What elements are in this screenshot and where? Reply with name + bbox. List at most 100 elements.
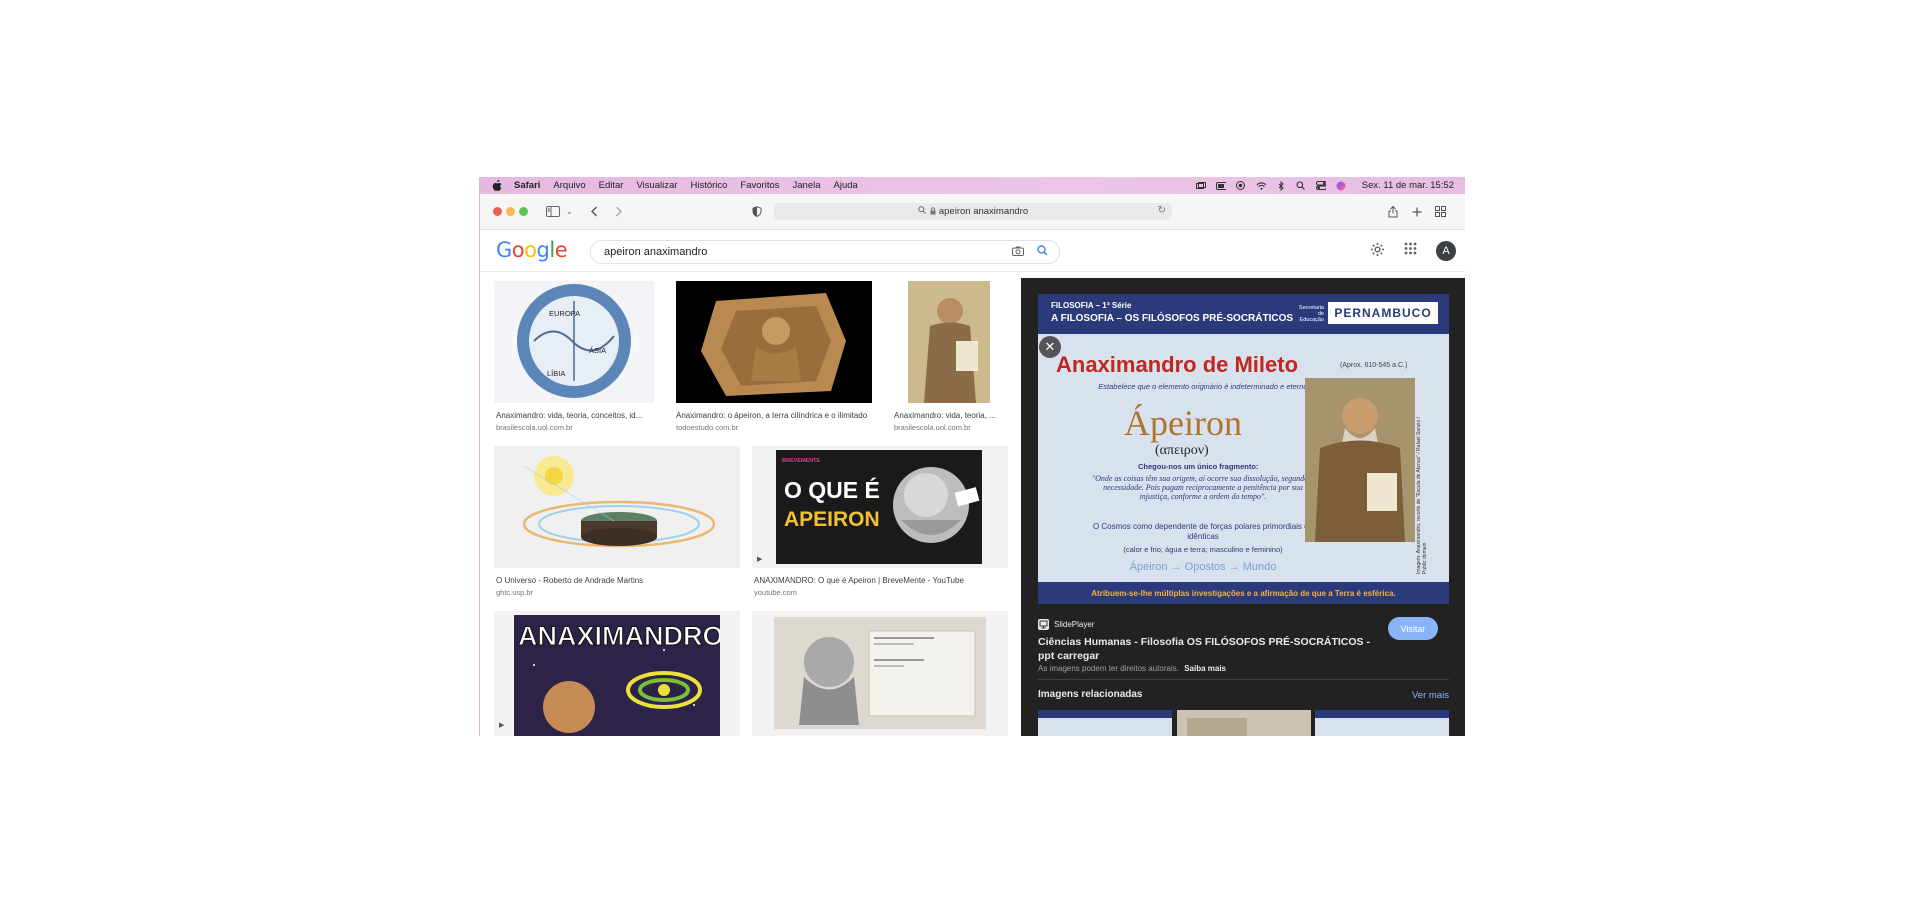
share-icon[interactable] xyxy=(1388,204,1398,219)
related-image-1[interactable] xyxy=(1038,710,1172,736)
menu-ajuda[interactable]: Ajuda xyxy=(834,180,858,191)
slide-header: FILOSOFIA – 1ª Série A FILOSOFIA – OS FI… xyxy=(1038,294,1449,334)
wifi-icon[interactable] xyxy=(1256,181,1266,190)
preview-source-name[interactable]: SlidePlayer xyxy=(1054,620,1094,629)
record-icon[interactable] xyxy=(1236,181,1246,190)
safari-toolbar: ⌄ apeiron anaximandro ↻ xyxy=(480,194,1465,230)
result-thumbnail[interactable] xyxy=(908,281,990,403)
menu-historico[interactable]: Histórico xyxy=(690,180,727,191)
learn-more-link[interactable]: Saiba mais xyxy=(1184,664,1226,673)
result-thumbnail[interactable] xyxy=(752,611,1008,736)
map-label-asia: ÁSIA xyxy=(589,346,606,355)
tab-overview-icon[interactable] xyxy=(1435,204,1446,219)
result-card-3[interactable]: Anaximandro: vida, teoria, ... brasilesc… xyxy=(892,281,1004,432)
preview-image[interactable]: FILOSOFIA – 1ª Série A FILOSOFIA – OS FI… xyxy=(1038,294,1449,604)
menu-arquivo[interactable]: Arquivo xyxy=(553,180,585,191)
video-brand: BREVEMENTE xyxy=(782,458,821,464)
status-area: Sex. 11 de mar. 15:52 xyxy=(1195,177,1454,194)
minimize-window-button[interactable] xyxy=(506,207,515,216)
slide-greek: (απειρον) xyxy=(1155,443,1209,458)
apps-grid-icon[interactable] xyxy=(1404,242,1417,258)
result-card-2[interactable]: Anaximandro: o ápeiron, a terra cilíndri… xyxy=(676,281,876,432)
address-text: apeiron anaximandro xyxy=(938,206,1029,217)
visit-button[interactable]: Visitar xyxy=(1388,617,1438,640)
result-source: youtube.com xyxy=(754,588,797,597)
close-window-button[interactable] xyxy=(493,207,502,216)
avatar[interactable]: A xyxy=(1436,241,1456,261)
result-thumbnail[interactable]: O QUE É APEIRON BREVEMENTE ▶ xyxy=(752,446,1008,568)
preview-title[interactable]: Ciências Humanas - Filosofia OS FILÓSOFO… xyxy=(1038,635,1378,663)
screen-mirror-icon[interactable] xyxy=(1195,181,1206,190)
result-thumbnail[interactable]: EUROPA ÁSIA LÍBIA OCEANO OCEANO xyxy=(494,281,654,403)
search-icon[interactable] xyxy=(1037,245,1048,259)
slide-pairs: (calor e frio; água e terra; masculino e… xyxy=(1123,545,1283,554)
zoom-window-button[interactable] xyxy=(519,207,528,216)
google-logo[interactable]: Google xyxy=(496,238,568,262)
play-icon: ▶ xyxy=(499,722,505,729)
slide-portrait xyxy=(1305,378,1415,542)
apple-icon[interactable] xyxy=(492,180,504,192)
privacy-shield-icon[interactable] xyxy=(752,204,762,219)
result-thumbnail[interactable]: ANAXIMANDRO ▶ xyxy=(494,611,740,736)
copyright-text: As imagens podem ter direitos autorais. xyxy=(1038,664,1179,673)
result-thumbnail[interactable] xyxy=(676,281,872,403)
slide-dates: (Aprox. 610-545 a.C.) xyxy=(1340,362,1408,369)
related-image-2[interactable] xyxy=(1177,710,1311,736)
map-label-europa: EUROPA xyxy=(549,309,580,318)
control-center-icon[interactable] xyxy=(1315,181,1326,190)
battery-icon[interactable] xyxy=(1215,181,1226,190)
menu-safari[interactable]: Safari xyxy=(514,180,540,191)
divider xyxy=(1038,679,1449,680)
settings-gear-icon[interactable] xyxy=(1370,242,1385,260)
menubar-clock[interactable]: Sex. 11 de mar. 15:52 xyxy=(1362,180,1454,191)
close-preview-button[interactable]: ✕ xyxy=(1039,336,1061,358)
image-preview-panel: FILOSOFIA – 1ª Série A FILOSOFIA – OS FI… xyxy=(1021,278,1465,736)
preview-source[interactable]: SlidePlayer xyxy=(1038,619,1094,630)
slide-secretaria: Secretaria de Educação xyxy=(1298,305,1324,323)
slide-footer: Atribuem-se-lhe múltiplas investigações … xyxy=(1038,582,1449,604)
result-title[interactable]: ANAXIMANDRO: O que é Apeiron | BreveMent… xyxy=(754,576,1008,585)
forward-arrow-icon[interactable] xyxy=(615,204,623,219)
result-card-6[interactable]: ANAXIMANDRO ▶ xyxy=(494,611,740,736)
slide-fragment-label: Chegou-nos um único fragmento: xyxy=(1138,462,1259,471)
new-tab-icon[interactable] xyxy=(1412,204,1422,219)
slide-subtitle: Estabelece que o elemento originário é i… xyxy=(1098,382,1310,391)
siri-icon[interactable] xyxy=(1336,181,1346,190)
result-card-5[interactable]: O QUE É APEIRON BREVEMENTE ▶ ANAXIMANDRO… xyxy=(752,446,1008,597)
menu-editar[interactable]: Editar xyxy=(599,180,624,191)
search-input[interactable]: apeiron anaximandro xyxy=(590,240,1060,264)
slide-header-line2: A FILOSOFIA – OS FILÓSOFOS PRÉ-SOCRÁTICO… xyxy=(1051,313,1294,324)
image-results: EUROPA ÁSIA LÍBIA OCEANO OCEANO Anaximan… xyxy=(480,273,1020,736)
result-card-1[interactable]: EUROPA ÁSIA LÍBIA OCEANO OCEANO Anaximan… xyxy=(494,281,654,432)
related-images-heading: Imagens relacionadas xyxy=(1038,689,1143,700)
menu-janela[interactable]: Janela xyxy=(793,180,821,191)
slide-title: Anaximandro de Mileto xyxy=(1056,352,1299,377)
menubar: Safari Arquivo Editar Visualizar Históri… xyxy=(480,177,1465,194)
bluetooth-icon[interactable] xyxy=(1276,180,1286,191)
related-image-3[interactable] xyxy=(1315,710,1449,736)
video-text-que-e: O QUE É xyxy=(784,476,880,503)
chevron-down-icon[interactable]: ⌄ xyxy=(566,204,573,219)
result-card-7[interactable] xyxy=(752,611,1008,736)
slide-state-logo: PERNAMBUCO xyxy=(1328,302,1438,324)
result-title[interactable]: O Universo - Roberto de Andrade Martins xyxy=(496,576,736,585)
result-thumbnail[interactable] xyxy=(494,446,740,568)
result-card-4[interactable]: O Universo - Roberto de Andrade Martins … xyxy=(494,446,740,597)
result-title[interactable]: Anaximandro: vida, teoria, conceitos, id… xyxy=(496,411,656,420)
result-title[interactable]: Anaximandro: o ápeiron, a terra cilíndri… xyxy=(676,411,876,420)
address-bar[interactable]: apeiron anaximandro ↻ xyxy=(774,203,1172,220)
menu-favoritos[interactable]: Favoritos xyxy=(740,180,779,191)
slide-flow: Ápeiron → Opostos → Mundo xyxy=(1129,561,1277,573)
spotlight-icon[interactable] xyxy=(1296,181,1306,190)
back-arrow-icon[interactable] xyxy=(590,204,598,219)
see-more-link[interactable]: Ver mais xyxy=(1412,690,1449,701)
reload-icon[interactable]: ↻ xyxy=(1158,205,1166,216)
menu-visualizar[interactable]: Visualizar xyxy=(636,180,677,191)
slide-cosmos: O Cosmos como dependente de forças polar… xyxy=(1092,522,1314,541)
result-source: todoestudo.com.br xyxy=(676,423,739,432)
map-label-oceano-right: OCEANO xyxy=(632,326,639,354)
result-title[interactable]: Anaximandro: vida, teoria, ... xyxy=(894,411,1004,420)
slide-credit: Imagem: Anaximandro, recorte de "Escola … xyxy=(1416,417,1428,574)
camera-search-icon[interactable] xyxy=(1012,246,1024,259)
sidebar-toggle-icon[interactable] xyxy=(546,204,560,219)
